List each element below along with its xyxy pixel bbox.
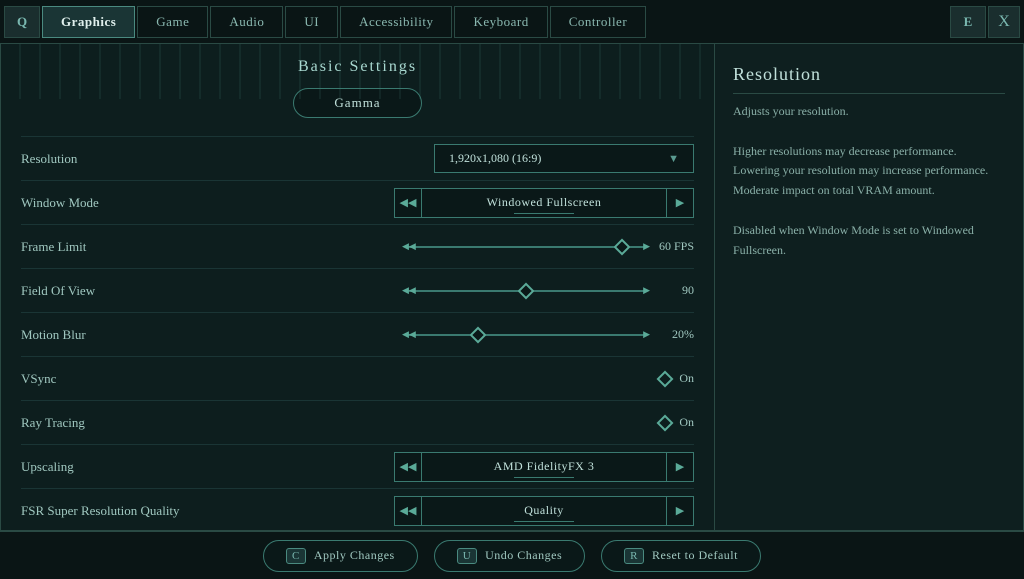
table-row: Upscaling ◀◀ AMD FidelityFX 3 ▶ [21, 444, 694, 488]
upscaling-control: ◀◀ AMD FidelityFX 3 ▶ [221, 452, 694, 482]
resolution-control: 1,920x1,080 (16:9) ▼ [221, 144, 694, 173]
tab-game[interactable]: Game [137, 6, 208, 38]
ray-tracing-control: On [221, 415, 694, 430]
motion-blur-control: ◀◀ ▶ 20% [221, 327, 694, 343]
settings-area: Resolution 1,920x1,080 (16:9) ▼ Window M… [1, 136, 714, 531]
slider-thumb[interactable] [518, 282, 535, 299]
slider-right-icon: ▶ [643, 285, 650, 296]
vsync-label: VSync [21, 371, 221, 387]
apply-key: C [286, 548, 306, 564]
bottom-bar: C Apply Changes U Undo Changes R Reset t… [0, 531, 1024, 579]
table-row: Resolution 1,920x1,080 (16:9) ▼ [21, 136, 694, 180]
ray-tracing-toggle[interactable]: On [659, 415, 694, 430]
section-title: Basic Settings [1, 44, 714, 88]
window-mode-control: ◀◀ Windowed Fullscreen ▶ [221, 188, 694, 218]
top-nav: Q Graphics Game Audio UI Accessibility K… [0, 0, 1024, 44]
slider-left-icon: ◀◀ [402, 241, 416, 252]
info-text: Adjusts your resolution. Higher resoluti… [733, 102, 1005, 260]
motion-blur-label: Motion Blur [21, 327, 221, 343]
reset-key: R [624, 548, 644, 564]
info-title: Resolution [733, 64, 1005, 94]
slider-track[interactable]: ◀◀ ▶ [406, 283, 646, 299]
fov-control: ◀◀ ▶ 90 [221, 283, 694, 299]
toggle-icon [657, 370, 674, 387]
ray-tracing-label: Ray Tracing [21, 415, 221, 431]
apply-changes-button[interactable]: C Apply Changes [263, 540, 418, 572]
frame-limit-value: 60 FPS [654, 239, 694, 254]
slider-track[interactable]: ◀◀ ▶ [406, 239, 646, 255]
tab-accessibility[interactable]: Accessibility [340, 6, 452, 38]
tab-controller[interactable]: Controller [550, 6, 646, 38]
left-panel: Basic Settings Gamma Resolution 1,920x1,… [0, 44, 715, 531]
slider-left-icon: ◀◀ [402, 285, 416, 296]
fsr-value: Quality [422, 496, 666, 526]
toggle-icon [657, 414, 674, 431]
right-panel: Resolution Adjusts your resolution. High… [715, 44, 1024, 531]
table-row: VSync On [21, 356, 694, 400]
window-mode-arrows: ◀◀ Windowed Fullscreen ▶ [394, 188, 694, 218]
main-layout: Basic Settings Gamma Resolution 1,920x1,… [0, 44, 1024, 531]
window-mode-value: Windowed Fullscreen [422, 188, 666, 218]
close-button[interactable]: X [988, 6, 1020, 38]
fsr-label: FSR Super Resolution Quality [21, 503, 221, 519]
resolution-dropdown[interactable]: 1,920x1,080 (16:9) ▼ [434, 144, 694, 173]
fov-value: 90 [654, 283, 694, 298]
gamma-button[interactable]: Gamma [293, 88, 421, 118]
motion-blur-value: 20% [654, 327, 694, 342]
fsr-prev[interactable]: ◀◀ [394, 496, 422, 526]
window-mode-prev[interactable]: ◀◀ [394, 188, 422, 218]
frame-limit-slider: ◀◀ ▶ 60 FPS [221, 239, 694, 255]
upscaling-value: AMD FidelityFX 3 [422, 452, 666, 482]
table-row: Field Of View ◀◀ ▶ 90 [21, 268, 694, 312]
upscaling-arrows: ◀◀ AMD FidelityFX 3 ▶ [394, 452, 694, 482]
table-row: FSR Super Resolution Quality ◀◀ Quality … [21, 488, 694, 531]
undo-changes-button[interactable]: U Undo Changes [434, 540, 585, 572]
vsync-control: On [221, 371, 694, 386]
nav-left-key[interactable]: Q [4, 6, 40, 38]
slider-thumb[interactable] [470, 326, 487, 343]
table-row: Frame Limit ◀◀ ▶ 60 FPS [21, 224, 694, 268]
ray-tracing-value: On [679, 415, 694, 430]
frame-limit-control: ◀◀ ▶ 60 FPS [221, 239, 694, 255]
slider-thumb[interactable] [614, 238, 631, 255]
gamma-pill: Gamma [1, 88, 714, 118]
slider-right-icon: ▶ [643, 329, 650, 340]
fov-slider: ◀◀ ▶ 90 [221, 283, 694, 299]
vsync-toggle[interactable]: On [659, 371, 694, 386]
table-row: Ray Tracing On [21, 400, 694, 444]
slider-line [406, 246, 646, 248]
table-row: Motion Blur ◀◀ ▶ 20% [21, 312, 694, 356]
resolution-label: Resolution [21, 151, 221, 167]
upscaling-prev[interactable]: ◀◀ [394, 452, 422, 482]
tab-ui[interactable]: UI [285, 6, 338, 38]
tab-keyboard[interactable]: Keyboard [454, 6, 547, 38]
fov-label: Field Of View [21, 283, 221, 299]
fsr-control: ◀◀ Quality ▶ [221, 496, 694, 526]
table-row: Window Mode ◀◀ Windowed Fullscreen ▶ [21, 180, 694, 224]
undo-key: U [457, 548, 477, 564]
frame-limit-label: Frame Limit [21, 239, 221, 255]
tab-graphics[interactable]: Graphics [42, 6, 135, 38]
slider-track[interactable]: ◀◀ ▶ [406, 327, 646, 343]
fsr-next[interactable]: ▶ [666, 496, 694, 526]
window-mode-next[interactable]: ▶ [666, 188, 694, 218]
upscaling-label: Upscaling [21, 459, 221, 475]
vsync-value: On [679, 371, 694, 386]
nav-right-key[interactable]: E [950, 6, 986, 38]
motion-blur-slider: ◀◀ ▶ 20% [221, 327, 694, 343]
slider-line [406, 334, 646, 336]
upscaling-next[interactable]: ▶ [666, 452, 694, 482]
chevron-down-icon: ▼ [668, 153, 679, 165]
slider-right-icon: ▶ [643, 241, 650, 252]
tab-audio[interactable]: Audio [210, 6, 283, 38]
slider-left-icon: ◀◀ [402, 329, 416, 340]
reset-default-button[interactable]: R Reset to Default [601, 540, 761, 572]
fsr-arrows: ◀◀ Quality ▶ [394, 496, 694, 526]
window-mode-label: Window Mode [21, 195, 221, 211]
